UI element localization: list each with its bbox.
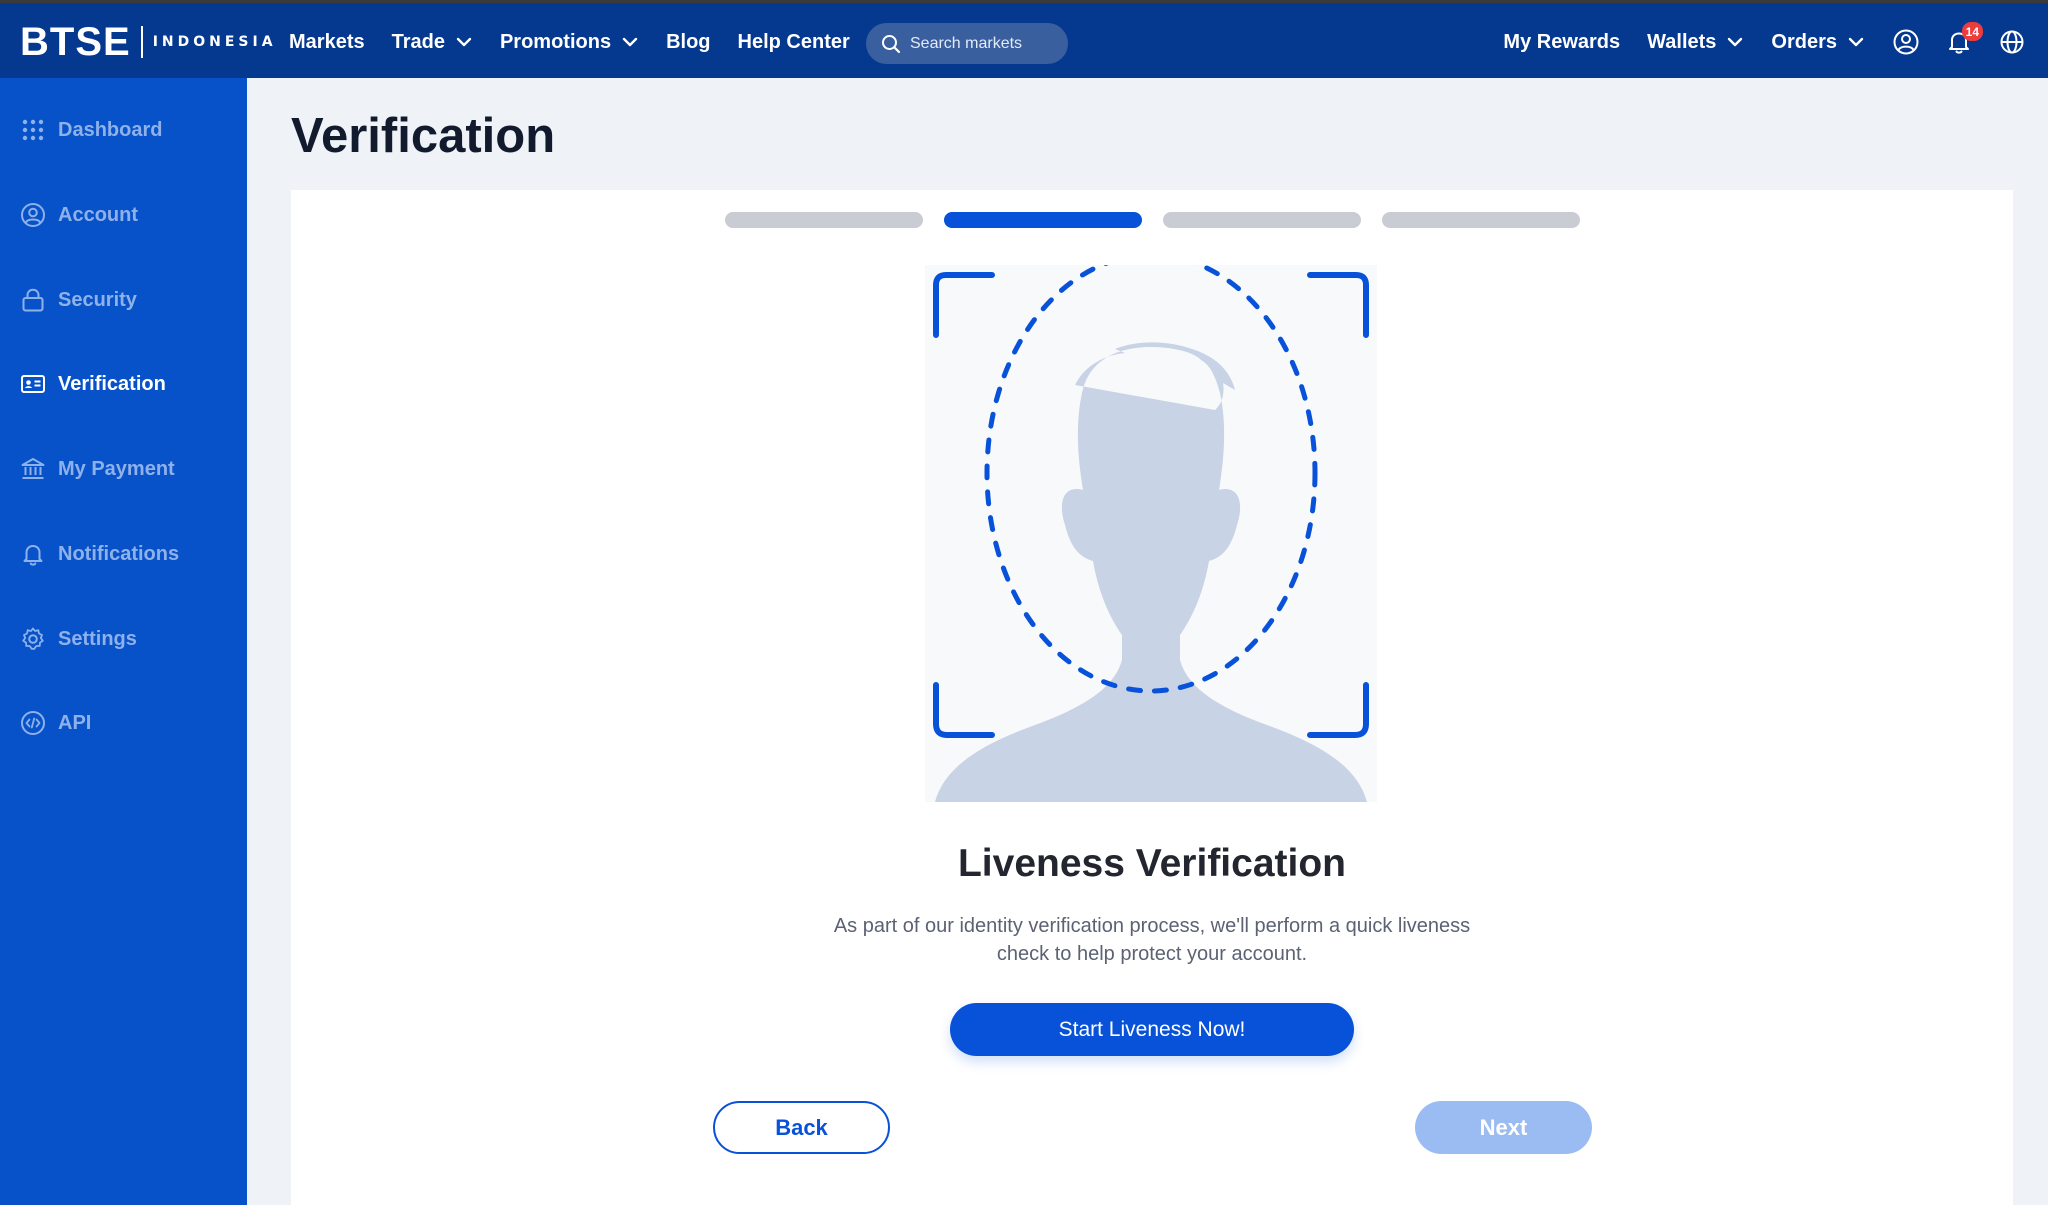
code-icon — [21, 711, 45, 735]
face-scan-illustration — [925, 265, 1377, 802]
sidebar: Dashboard Account Security Verification … — [0, 78, 247, 1205]
start-liveness-button[interactable]: Start Liveness Now! — [950, 1003, 1354, 1056]
bell-icon — [23, 545, 43, 566]
sidebar-item-label: Security — [58, 288, 137, 311]
nav-my-rewards-label: My Rewards — [1503, 30, 1621, 53]
sidebar-item-my-payment[interactable]: My Payment — [20, 449, 175, 489]
step-indicator-4 — [1382, 212, 1580, 228]
sidebar-item-settings[interactable]: Settings — [20, 619, 137, 659]
sidebar-item-label: My Payment — [58, 457, 175, 480]
id-card-icon — [21, 375, 45, 393]
liveness-description: As part of our identity verification pro… — [833, 915, 1471, 965]
grid-dots-icon — [22, 119, 44, 141]
main-nav: Markets Trade Promotions Blog Help Cente… — [289, 3, 877, 81]
user-circle-icon — [1893, 29, 1919, 55]
next-button[interactable]: Next — [1415, 1101, 1592, 1154]
chevron-down-icon — [622, 37, 638, 47]
notifications-button[interactable]: 14 — [1945, 22, 1983, 56]
globe-icon — [2000, 30, 2024, 54]
sidebar-item-label: Settings — [58, 627, 137, 650]
user-circle-icon — [21, 203, 45, 227]
top-navigation: BTSE INDONESIA Markets Trade Promotions … — [0, 0, 2048, 78]
step-indicator-2 — [944, 212, 1142, 228]
verification-card: Liveness Verification As part of our ide… — [291, 190, 2013, 1205]
bank-icon — [21, 458, 45, 479]
nav-trade[interactable]: Trade — [392, 31, 473, 54]
notification-count-badge: 14 — [1961, 22, 1983, 41]
search-input[interactable] — [910, 34, 1060, 53]
nav-orders[interactable]: Orders — [1771, 31, 1865, 54]
page-title: Verification — [291, 109, 556, 163]
nav-my-rewards[interactable]: My Rewards — [1503, 31, 1620, 54]
sidebar-item-dashboard[interactable]: Dashboard — [20, 110, 162, 150]
nav-trade-label: Trade — [391, 30, 445, 53]
step-indicator-1 — [725, 212, 923, 228]
search-icon — [882, 34, 901, 53]
brand-region: INDONESIA — [152, 34, 277, 50]
nav-wallets-label: Wallets — [1647, 30, 1717, 53]
nav-orders-label: Orders — [1771, 30, 1837, 53]
sidebar-item-label: Notifications — [58, 542, 180, 565]
search-box[interactable] — [866, 23, 1068, 64]
liveness-title: Liveness Verification — [957, 842, 1346, 885]
progress-stepper — [725, 212, 1601, 228]
sidebar-item-notifications[interactable]: Notifications — [20, 534, 179, 574]
user-nav: My Rewards Wallets Orders 14 — [1503, 3, 2048, 81]
nav-blog-label: Blog — [666, 30, 711, 53]
brand-name: BTSE — [20, 20, 131, 64]
sidebar-item-label: API — [58, 711, 92, 734]
sidebar-item-label: Verification — [58, 372, 166, 395]
profile-button[interactable] — [1892, 28, 1920, 56]
sidebar-item-verification[interactable]: Verification — [20, 364, 166, 404]
sidebar-item-api[interactable]: API — [20, 703, 91, 743]
sidebar-item-label: Dashboard — [58, 118, 163, 141]
chevron-down-icon — [456, 37, 472, 47]
chevron-down-icon — [1728, 37, 1743, 47]
lock-icon — [22, 288, 44, 312]
nav-markets[interactable]: Markets — [289, 31, 365, 54]
nav-promotions-label: Promotions — [499, 30, 612, 53]
sidebar-item-security[interactable]: Security — [20, 280, 137, 320]
logo-divider — [140, 26, 143, 58]
nav-wallets[interactable]: Wallets — [1647, 31, 1744, 54]
step-indicator-3 — [1163, 212, 1361, 228]
chevron-down-icon — [1848, 37, 1864, 47]
nav-markets-label: Markets — [289, 30, 365, 53]
nav-blog[interactable]: Blog — [666, 31, 710, 54]
language-button[interactable] — [1998, 28, 2026, 56]
brand-logo[interactable]: BTSE INDONESIA — [20, 22, 277, 62]
nav-help-center[interactable]: Help Center — [738, 31, 850, 54]
nav-help-center-label: Help Center — [737, 30, 850, 53]
gear-icon — [22, 627, 44, 650]
back-button[interactable]: Back — [713, 1101, 890, 1154]
nav-promotions[interactable]: Promotions — [500, 31, 639, 54]
sidebar-item-label: Account — [58, 203, 138, 226]
sidebar-item-account[interactable]: Account — [20, 195, 138, 235]
